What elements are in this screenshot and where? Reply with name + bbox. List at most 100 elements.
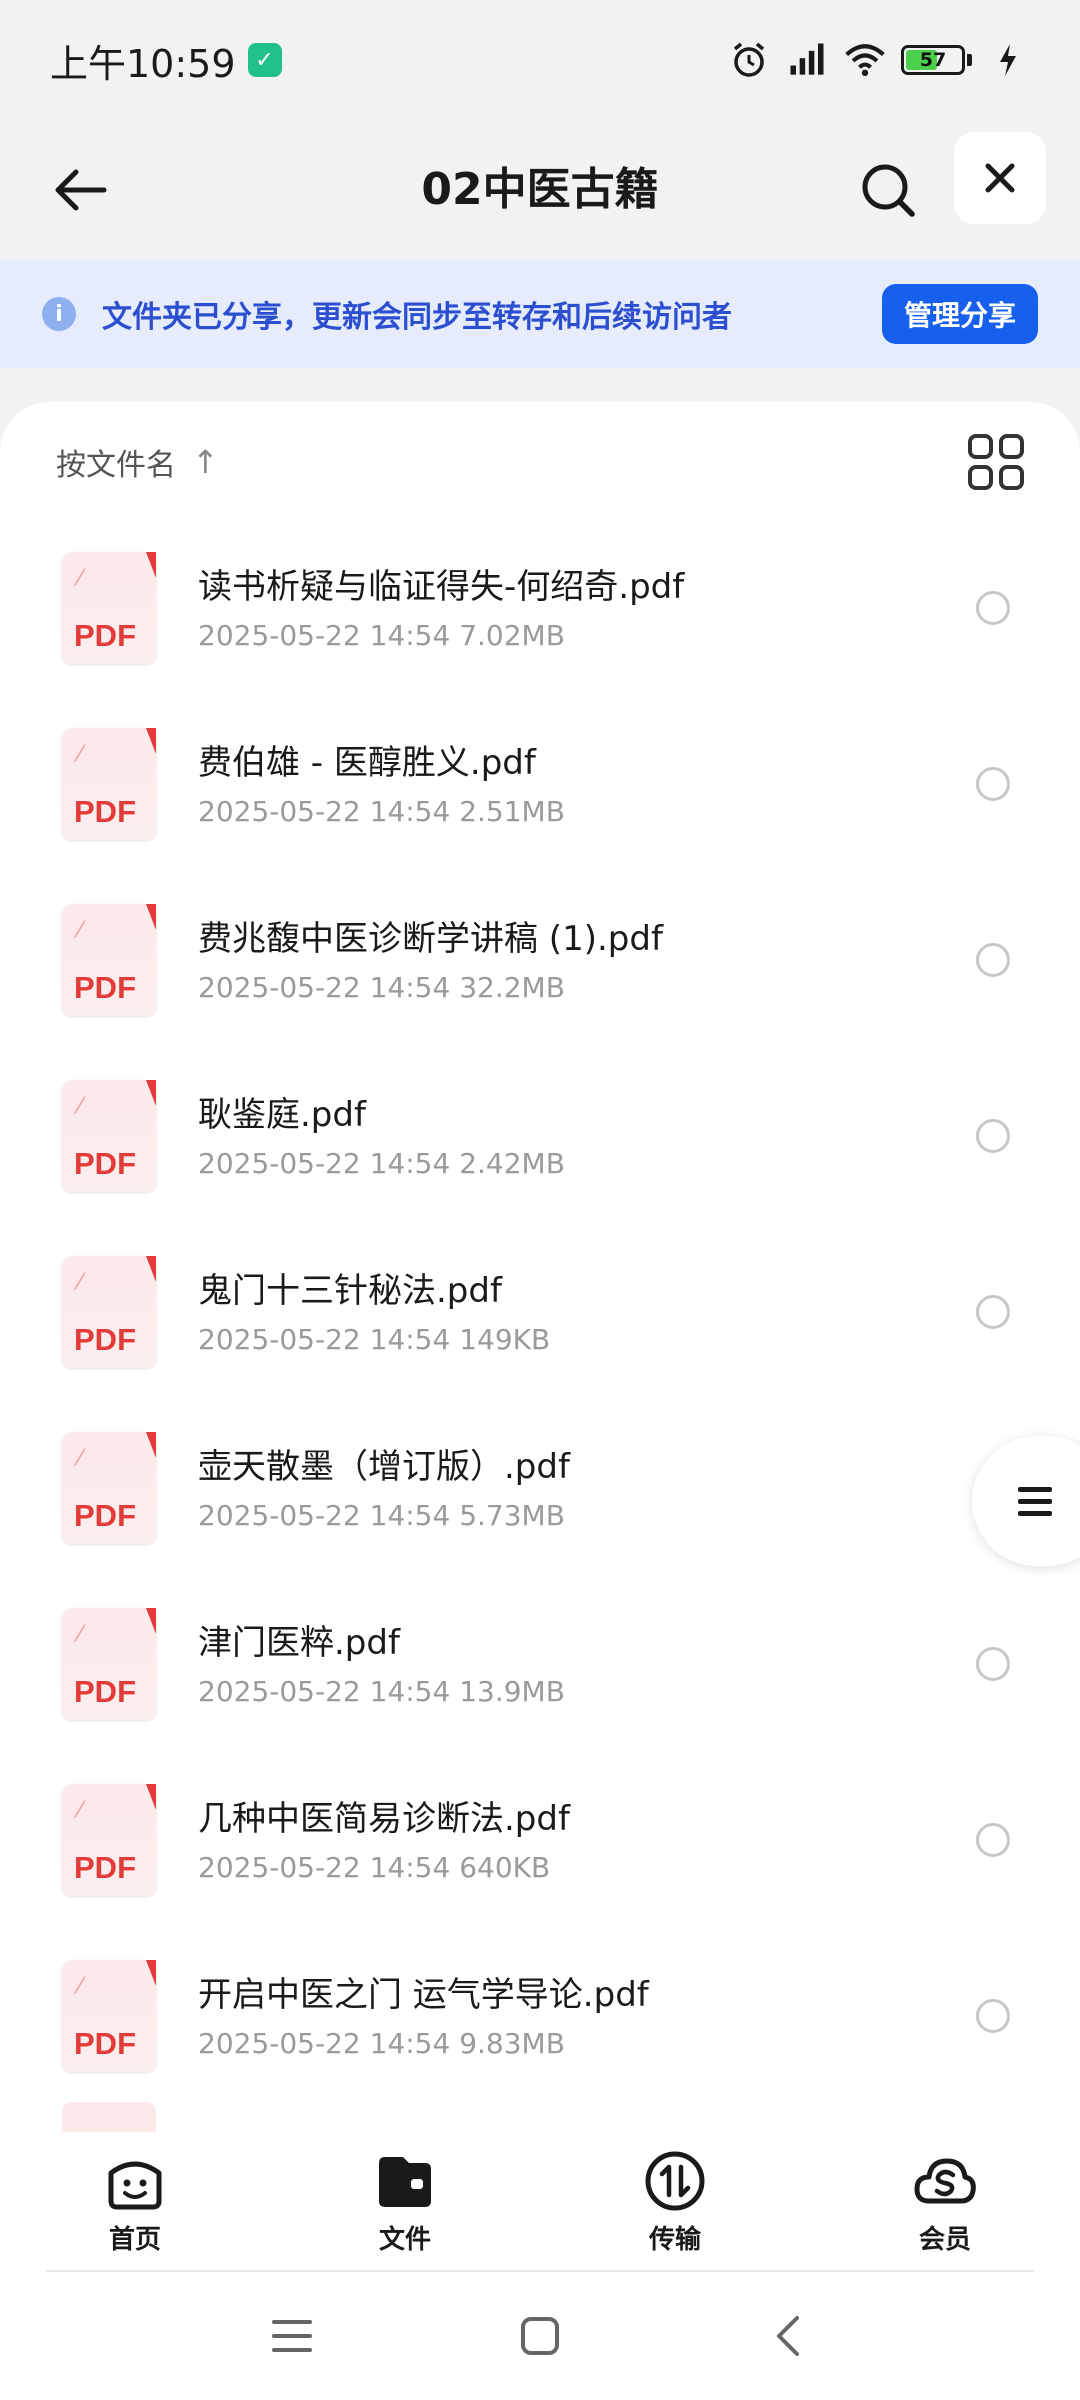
file-row[interactable]: ⁄ PDF 开启中医之门 运气学导论.pdf 2025-05-22 14:54 9.… (0, 1928, 1080, 2104)
battery-cap (967, 54, 972, 66)
status-time: 上午10:59 (50, 41, 236, 86)
system-home-button[interactable] (510, 2306, 570, 2366)
file-name: 壶天散墨（增订版）.pdf (198, 1446, 570, 1487)
file-name: 几种中医简易诊断法.pdf (198, 1798, 570, 1839)
close-icon (985, 163, 1015, 193)
file-type-label: PDF (74, 618, 136, 653)
file-list: ⁄ PDF 读书析疑与临证得失-何绍奇.pdf 2025-05-22 14:54 7… (0, 520, 1080, 2104)
grid-view-icon-cell (968, 465, 993, 490)
select-radio[interactable] (976, 591, 1010, 625)
info-icon: i (42, 297, 76, 331)
back-chevron-icon (777, 2316, 799, 2356)
select-radio[interactable] (976, 1647, 1010, 1681)
status-bar: 上午10:59 ✓ 57 (0, 0, 1080, 120)
menu-icon (1018, 1480, 1052, 1523)
pdf-file-icon: ⁄ PDF (62, 1080, 156, 1192)
pdf-file-icon: ⁄ PDF (62, 904, 156, 1016)
file-row[interactable]: ⁄ PDF 费伯雄 - 医醇胜义.pdf 2025-05-22 14:54 2.51… (0, 696, 1080, 872)
file-list-card: 按文件名 ↑ ⁄ PDF 读书析疑与临证得失-何绍奇.pdf 2025-05-22 … (0, 402, 1080, 2132)
wallet-folder-icon (373, 2149, 437, 2213)
pdf-file-icon: ⁄ PDF (62, 1784, 156, 1896)
pdf-file-icon: ⁄ PDF (62, 1608, 156, 1720)
pdf-file-icon: ⁄ PDF (62, 552, 156, 664)
share-banner: i 文件夹已分享，更新会同步至转存和后续访问者 管理分享 (0, 260, 1080, 368)
nav-files-label: 文件 (378, 2224, 431, 2255)
nav-home-label: 首页 (108, 2224, 161, 2255)
file-row[interactable]: ⁄ PDF 鬼门十三针秘法.pdf 2025-05-22 14:54 149KB (0, 1224, 1080, 1400)
grid-view-icon-cell (999, 465, 1024, 490)
file-meta: 2025-05-22 14:54 7.02MB (198, 618, 565, 652)
file-meta: 2025-05-22 14:54 2.51MB (198, 794, 565, 828)
pdf-file-icon-partial (62, 2102, 156, 2132)
wifi-icon (843, 40, 887, 80)
battery-indicator: 57 (901, 45, 972, 75)
select-radio[interactable] (976, 943, 1010, 977)
back-button[interactable] (40, 150, 120, 230)
file-meta: 2025-05-22 14:54 32.2MB (198, 970, 565, 1004)
file-name: 读书析疑与临证得失-何绍奇.pdf (198, 566, 685, 607)
bottom-nav: 首页 文件 传输 会员 (0, 2132, 1080, 2272)
file-name: 开启中医之门 运气学导论.pdf (198, 1974, 649, 2015)
alarm-icon (727, 40, 771, 80)
file-meta: 2025-05-22 14:54 640KB (198, 1850, 551, 1884)
search-icon (862, 164, 915, 217)
grid-view-toggle[interactable] (968, 434, 1024, 490)
file-name: 费兆馥中医诊断学讲稿 (1).pdf (198, 918, 663, 959)
file-name: 耿鉴庭.pdf (198, 1094, 366, 1135)
nav-transfer[interactable]: 传输 (540, 2132, 810, 2272)
transfer-icon (643, 2149, 707, 2213)
grid-view-icon (968, 434, 993, 459)
nav-files[interactable]: 文件 (270, 2132, 540, 2272)
pdf-file-icon: ⁄ PDF (62, 1432, 156, 1544)
charging-icon (986, 40, 1030, 80)
file-type-label: PDF (74, 970, 136, 1005)
nav-member[interactable]: 会员 (810, 2132, 1080, 2272)
home-square-icon (521, 2317, 559, 2355)
sort-by-name-button[interactable]: 按文件名 (56, 440, 176, 484)
select-radio[interactable] (976, 1823, 1010, 1857)
file-name: 鬼门十三针秘法.pdf (198, 1270, 502, 1311)
file-row[interactable]: ⁄ PDF 津门医粹.pdf 2025-05-22 14:54 13.9MB (0, 1576, 1080, 1752)
nav-transfer-label: 传输 (648, 2224, 701, 2255)
file-type-label: PDF (74, 794, 136, 829)
nav-member-label: 会员 (918, 2224, 971, 2255)
system-menu-button[interactable] (262, 2306, 322, 2366)
back-arrow-icon (55, 169, 107, 211)
select-radio[interactable] (976, 1119, 1010, 1153)
recents-icon (272, 2320, 312, 2352)
file-meta: 2025-05-22 14:54 5.73MB (198, 1498, 565, 1532)
select-radio[interactable] (976, 1295, 1010, 1329)
sort-bar: 按文件名 ↑ (0, 402, 1080, 522)
file-meta: 2025-05-22 14:54 9.83MB (198, 2026, 565, 2060)
select-radio[interactable] (976, 767, 1010, 801)
file-type-label: PDF (74, 1146, 136, 1181)
file-type-label: PDF (74, 1322, 136, 1357)
file-name: 津门医粹.pdf (198, 1622, 400, 1663)
cloud-member-icon (913, 2149, 977, 2213)
search-button[interactable] (848, 150, 928, 230)
close-button[interactable] (954, 132, 1046, 224)
file-row[interactable]: ⁄ PDF 壶天散墨（增订版）.pdf 2025-05-22 14:54 5.73M… (0, 1400, 1080, 1576)
battery-level: 57 (919, 49, 947, 71)
grid-view-icon-cell (999, 434, 1024, 459)
share-notice-text: 文件夹已分享，更新会同步至转存和后续访问者 (102, 300, 732, 335)
system-back-button[interactable] (758, 2306, 818, 2366)
file-row[interactable]: ⁄ PDF 费兆馥中医诊断学讲稿 (1).pdf 2025-05-22 14:54 … (0, 872, 1080, 1048)
file-type-label: PDF (74, 1674, 136, 1709)
file-meta: 2025-05-22 14:54 13.9MB (198, 1674, 565, 1708)
file-row[interactable]: ⁄ PDF 耿鉴庭.pdf 2025-05-22 14:54 2.42MB (0, 1048, 1080, 1224)
file-name: 费伯雄 - 医醇胜义.pdf (198, 742, 536, 783)
pdf-file-icon: ⁄ PDF (62, 1960, 156, 2072)
file-row[interactable]: ⁄ PDF 读书析疑与临证得失-何绍奇.pdf 2025-05-22 14:54 7… (0, 520, 1080, 696)
shield-icon: ✓ (247, 43, 282, 77)
file-type-label: PDF (74, 1850, 136, 1885)
file-row[interactable]: ⁄ PDF 几种中医简易诊断法.pdf 2025-05-22 14:54 640KB (0, 1752, 1080, 1928)
pdf-file-icon: ⁄ PDF (62, 728, 156, 840)
select-radio[interactable] (976, 1999, 1010, 2033)
nav-home[interactable]: 首页 (0, 2132, 270, 2272)
file-meta: 2025-05-22 14:54 149KB (198, 1322, 551, 1356)
sort-arrow-up-icon[interactable]: ↑ (192, 443, 219, 481)
file-meta: 2025-05-22 14:54 2.42MB (198, 1146, 565, 1180)
smiley-home-icon (103, 2149, 167, 2213)
manage-share-button[interactable]: 管理分享 (881, 284, 1038, 344)
